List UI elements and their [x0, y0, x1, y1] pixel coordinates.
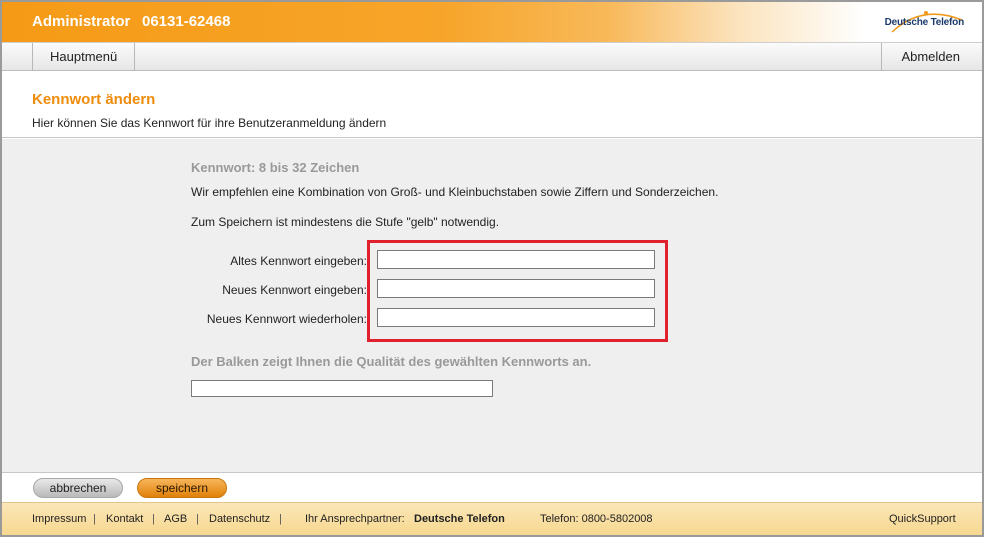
brand-logo: Deutsche Telefon: [884, 17, 965, 28]
quicksupport-link[interactable]: QuickSupport: [889, 513, 956, 525]
footer-separator: |: [279, 513, 282, 525]
support-phone: Telefon: 0800-5802008: [540, 513, 653, 525]
footer-link-datenschutz[interactable]: Datenschutz: [209, 513, 270, 525]
page-header: Kennwort ändern Hier können Sie das Kenn…: [2, 72, 982, 138]
save-button[interactable]: speichern: [137, 478, 227, 498]
password-recommendation-text: Wir empfehlen eine Kombination von Groß-…: [191, 185, 719, 199]
repeat-password-input[interactable]: [377, 308, 655, 327]
quality-heading: Der Balken zeigt Ihnen die Qualität des …: [191, 354, 592, 369]
footer-link-kontakt[interactable]: Kontakt: [106, 513, 143, 525]
main-menu-button[interactable]: Hauptmenü: [32, 43, 136, 71]
new-password-input[interactable]: [377, 279, 655, 298]
footer-separator: |: [93, 513, 96, 525]
new-password-label: Neues Kennwort eingeben:: [222, 283, 367, 297]
page-title: Kennwort ändern: [32, 91, 156, 108]
old-password-label: Altes Kennwort eingeben:: [230, 254, 367, 268]
footer-link-impressum[interactable]: Impressum: [32, 513, 86, 525]
nav-bar: Hauptmenü Abmelden: [2, 42, 982, 71]
repeat-password-label: Neues Kennwort wiederholen:: [206, 312, 367, 326]
password-requirement-text: Zum Speichern ist mindestens die Stufe "…: [191, 215, 500, 229]
cancel-button[interactable]: abbrechen: [33, 478, 123, 498]
user-name: Administrator: [32, 13, 131, 30]
footer-separator: |: [196, 513, 199, 525]
footer-separator: |: [152, 513, 155, 525]
footer-link-agb[interactable]: AGB: [164, 513, 187, 525]
partner-name: Deutsche Telefon: [414, 513, 505, 525]
password-length-heading: Kennwort: 8 bis 32 Zeichen: [191, 160, 360, 175]
password-quality-bar: [191, 380, 493, 397]
phone-number: 06131-62468: [142, 13, 231, 30]
main-content: Kennwort: 8 bis 32 Zeichen Wir empfehlen…: [2, 139, 982, 472]
logout-button[interactable]: Abmelden: [881, 43, 982, 71]
old-password-input[interactable]: [377, 250, 655, 269]
page-subtitle: Hier können Sie das Kennwort für ihre Be…: [32, 116, 387, 130]
button-bar: abbrechen speichern: [2, 472, 982, 502]
header-bar: Administrator 06131-62468 Deutsche Telef…: [2, 2, 982, 42]
footer: Impressum | Kontakt | AGB | Datenschutz …: [2, 502, 982, 535]
partner-label: Ihr Ansprechpartner:: [305, 513, 405, 525]
